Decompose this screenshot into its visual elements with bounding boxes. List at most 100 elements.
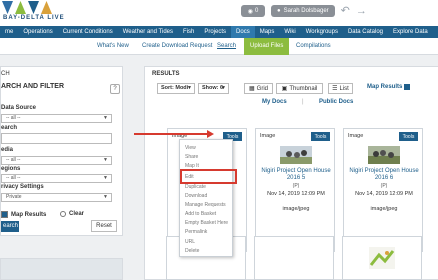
list-label: List <box>339 85 349 92</box>
user-menu[interactable]: ● Sarah Dolsbager <box>271 5 335 17</box>
show-select[interactable]: Show: 6 ▼ <box>198 83 229 94</box>
menu-item-view[interactable]: View <box>185 145 196 151</box>
chevron-down-icon: ▼ <box>103 175 108 181</box>
doc-privacy: (P) <box>292 183 300 189</box>
regions-label: egions <box>1 166 21 172</box>
doc-card[interactable] <box>254 236 334 280</box>
search-label: earch <box>1 125 18 131</box>
nav-item-current-conditions[interactable]: Current Conditions <box>58 26 118 38</box>
media-select[interactable]: -- all -- ▼ <box>1 156 112 165</box>
doc-card[interactable] <box>342 236 422 280</box>
edit-highlight-box <box>180 169 237 184</box>
doc-title[interactable]: Nigiri Project Open House 2016 5 <box>258 168 334 182</box>
map-preview[interactable] <box>0 258 123 280</box>
notification-badge[interactable]: ◉ 0 <box>241 5 265 17</box>
main-nav: me Operations Current Conditions Weather… <box>0 26 438 38</box>
tools-button[interactable]: Tools <box>399 132 418 141</box>
doc-card[interactable]: Image Tools Nigiri Project Open House 20… <box>255 128 335 252</box>
user-icon: ● <box>277 8 281 14</box>
subnav-whats-new[interactable]: What's New <box>97 38 129 55</box>
map-results-checkbox[interactable]: Map Results <box>1 211 46 218</box>
menu-item-delete[interactable]: Delete <box>185 248 199 254</box>
subnav-upload-files[interactable]: Upload Files <box>244 38 290 55</box>
tools-dropdown-menu: View Share Map It Edit Duplicate Downloa… <box>179 139 233 257</box>
chevron-down-icon: ▼ <box>221 85 226 91</box>
privacy-label: rivacy Settings <box>1 184 44 190</box>
nav-item-explore-data[interactable]: Explore Data <box>388 26 433 38</box>
regions-value: -- all -- <box>6 175 21 181</box>
logo-marks <box>2 1 52 14</box>
nav-item-home[interactable]: me <box>0 26 18 38</box>
search-button[interactable]: earch <box>1 221 19 232</box>
clear-label: Clear <box>69 211 85 217</box>
map-results-toggle[interactable]: Map Results <box>367 84 411 90</box>
thumbnail-label: Thumbnail <box>289 85 318 92</box>
search-input[interactable] <box>1 133 112 144</box>
radio-button[interactable] <box>60 211 66 217</box>
doc-format: image/jpeg <box>370 206 398 212</box>
panel-title: CH <box>1 71 10 77</box>
tab-separator: | <box>302 99 304 105</box>
logo-mark-2 <box>15 1 26 14</box>
logo[interactable]: BAY-DELTA LIVE <box>0 0 64 24</box>
results-title: RESULTS <box>152 71 180 77</box>
menu-item-duplicate[interactable]: Duplicate <box>185 184 206 190</box>
menu-item-share[interactable]: Share <box>185 154 198 160</box>
logo-mark-3 <box>28 1 39 14</box>
menu-item-manage-requests[interactable]: Manage Requests <box>185 202 226 208</box>
subnav-create-request[interactable]: Create Download Request <box>142 38 212 55</box>
grid-view-button[interactable]: ▦ Grid <box>244 83 273 94</box>
nav-item-docs[interactable]: Docs <box>231 26 255 38</box>
menu-item-add-to-basket[interactable]: Add to Basket <box>185 211 216 217</box>
annotation-arrow-head <box>207 130 214 138</box>
nav-item-fish[interactable]: Fish <box>178 26 199 38</box>
nav-item-workgroups[interactable]: Workgroups <box>301 26 343 38</box>
privacy-select[interactable]: Private ▼ <box>1 193 112 202</box>
doc-type: Image <box>348 133 364 139</box>
chevron-down-icon: ▼ <box>103 194 108 200</box>
tab-public-docs[interactable]: Public Docs <box>319 99 353 105</box>
data-source-select[interactable]: -- all -- ▼ <box>1 114 112 123</box>
doc-thumbnail[interactable] <box>368 146 400 164</box>
regions-select[interactable]: -- all -- ▼ <box>1 174 112 183</box>
back-arrow-icon[interactable]: ↶ <box>341 5 350 17</box>
help-button[interactable]: ? <box>110 84 120 94</box>
checkbox-checked[interactable] <box>1 211 8 218</box>
show-value: Show: 6 <box>202 85 224 91</box>
subnav-search[interactable]: Search <box>217 38 236 55</box>
data-source-label: Data Source <box>1 105 37 111</box>
nav-item-wiki[interactable]: Wiki <box>279 26 300 38</box>
nav-item-weather-tides[interactable]: Weather and Tides <box>118 26 178 38</box>
forward-arrow-icon[interactable]: → <box>356 5 367 17</box>
checkbox-checked[interactable] <box>404 84 411 90</box>
doc-date: Nov 14, 2019 12:09 PM <box>355 191 413 197</box>
media-label: edia <box>1 147 14 153</box>
nav-item-maps[interactable]: Maps <box>255 26 280 38</box>
menu-item-empty-basket[interactable]: Empty Basket Here <box>185 220 228 226</box>
subnav-compilations[interactable]: Compilations <box>296 38 331 55</box>
doc-thumbnail[interactable] <box>280 146 312 164</box>
thumbnail-view-button[interactable]: ▣ Thumbnail <box>276 83 323 94</box>
annotation-arrow-line <box>134 133 208 135</box>
sort-value: Sort: Modi <box>161 85 189 91</box>
camera-icon: ◉ <box>247 8 253 15</box>
media-value: -- all -- <box>6 157 21 163</box>
menu-item-download[interactable]: Download <box>185 193 207 199</box>
tools-button[interactable]: Tools <box>311 132 330 141</box>
doc-title[interactable]: Nigiri Project Open House 2016 6 <box>346 168 422 182</box>
nav-item-operations[interactable]: Operations <box>18 26 57 38</box>
doc-card[interactable]: Image Tools Nigiri Project Open House 20… <box>343 128 423 252</box>
tab-my-docs[interactable]: My Docs <box>262 99 287 105</box>
sort-select[interactable]: Sort: Modi ▼ <box>157 83 195 94</box>
doc-privacy: (P) <box>380 183 388 189</box>
nav-item-projects[interactable]: Projects <box>199 26 231 38</box>
reset-button[interactable]: Reset <box>91 220 117 232</box>
site-header: BAY-DELTA LIVE ◉ 0 ● Sarah Dolsbager ↶ → <box>0 0 438 26</box>
nav-item-data-catalog[interactable]: Data Catalog <box>343 26 388 38</box>
doc-type: Image <box>260 133 276 139</box>
menu-item-permalink[interactable]: Permalink <box>185 229 207 235</box>
menu-item-url[interactable]: URL <box>185 239 195 245</box>
clear-radio[interactable]: Clear <box>60 211 84 217</box>
list-view-button[interactable]: ☰ List <box>328 83 353 94</box>
panel-heading: ARCH AND FILTER <box>1 83 64 90</box>
